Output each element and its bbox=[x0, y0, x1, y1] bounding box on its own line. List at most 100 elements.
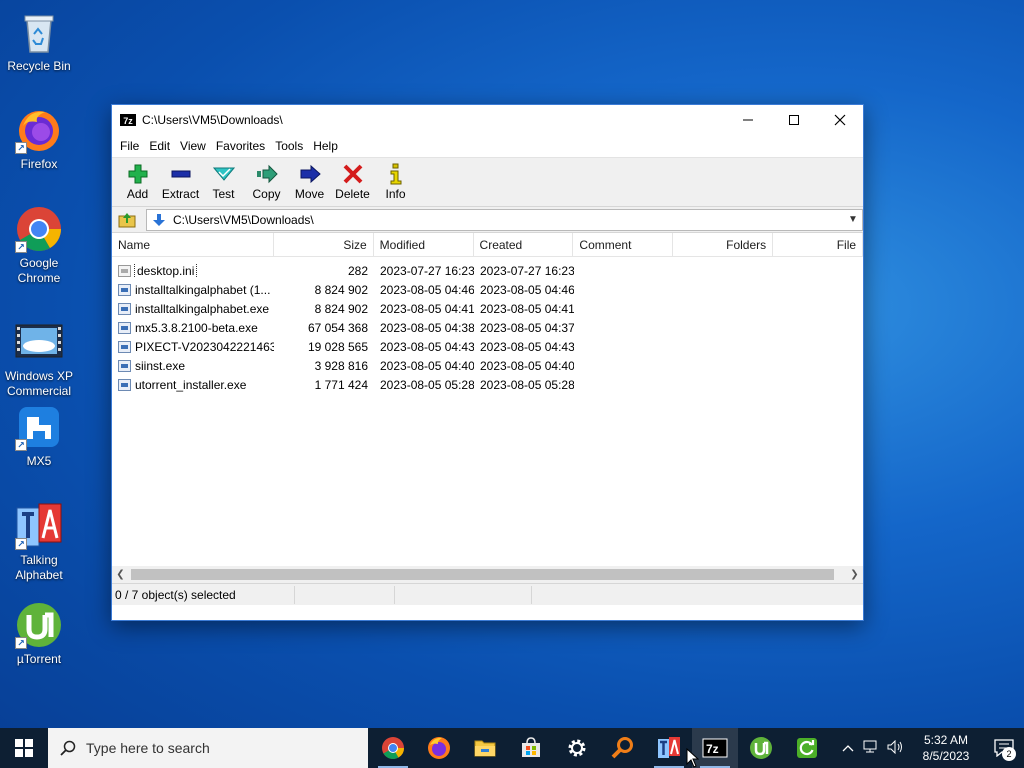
network-icon[interactable] bbox=[860, 740, 884, 757]
file-created: 2023-08-05 04:37 bbox=[480, 320, 574, 335]
search-placeholder: Type here to search bbox=[86, 740, 210, 756]
desktop-icon-recycle-bin[interactable]: Recycle Bin bbox=[2, 8, 76, 74]
file-modified: 2023-07-27 16:23 bbox=[380, 263, 474, 278]
menu-favorites[interactable]: Favorites bbox=[211, 135, 270, 157]
column-size[interactable]: Size bbox=[274, 233, 374, 256]
scroll-right-icon[interactable]: ❯ bbox=[846, 569, 863, 580]
minimize-button[interactable] bbox=[725, 105, 771, 135]
file-row[interactable]: desktop.ini 282 2023-07-27 16:23 2023-07… bbox=[112, 261, 863, 280]
shortcut-arrow-icon: ↗ bbox=[15, 439, 27, 451]
show-hidden-icons-chevron-up-icon[interactable] bbox=[836, 741, 860, 755]
desktop-icon-firefox[interactable]: ↗ Firefox bbox=[2, 106, 76, 172]
file-list[interactable]: Name Size Modified Created Comment Folde… bbox=[112, 233, 864, 583]
column-folders[interactable]: Folders bbox=[673, 233, 774, 256]
menu-edit[interactable]: Edit bbox=[144, 135, 175, 157]
extract-button[interactable]: Extract bbox=[159, 158, 202, 201]
info-label: Info bbox=[385, 187, 406, 201]
file-name: mx5.3.8.2100-beta.exe bbox=[135, 320, 258, 335]
desktop-icon-label: Google Chrome bbox=[17, 256, 61, 285]
file-row[interactable]: siinst.exe 3 928 816 2023-08-05 04:40 20… bbox=[112, 356, 863, 375]
desktop-icon-mx5[interactable]: ↗ MX5 bbox=[2, 403, 76, 469]
title-bar[interactable]: 7z C:\Users\VM5\Downloads\ bbox=[112, 105, 863, 135]
path-text: C:\Users\VM5\Downloads\ bbox=[173, 212, 314, 227]
taskbar-utorrent[interactable] bbox=[738, 728, 784, 768]
menu-help[interactable]: Help bbox=[308, 135, 343, 157]
desktop-icon-google-chrome[interactable]: ↗ Google Chrome bbox=[2, 205, 76, 286]
maximize-button[interactable] bbox=[771, 105, 817, 135]
taskbar-refresh-app[interactable] bbox=[784, 728, 830, 768]
start-button[interactable] bbox=[0, 728, 48, 768]
taskbar-clock[interactable]: 5:32 AM 8/5/2023 bbox=[908, 732, 984, 764]
desktop-icon-talking-alphabet[interactable]: ↗ Talking Alphabet bbox=[2, 502, 76, 583]
file-created: 2023-08-05 05:28 bbox=[480, 377, 574, 392]
file-name: installtalkingalphabet.exe bbox=[135, 301, 270, 316]
test-label: Test bbox=[212, 187, 235, 201]
taskbar-search-app[interactable] bbox=[600, 728, 646, 768]
column-files[interactable]: File bbox=[773, 233, 864, 256]
column-modified[interactable]: Modified bbox=[374, 233, 474, 256]
close-icon bbox=[834, 114, 846, 126]
taskbar-settings[interactable] bbox=[554, 728, 600, 768]
desktop-icon-windows-xp-commercial[interactable]: Windows XP Commercial bbox=[2, 318, 76, 399]
close-button[interactable] bbox=[817, 105, 863, 135]
shortcut-arrow-icon: ↗ bbox=[15, 142, 27, 154]
action-center-button[interactable]: 2 bbox=[984, 728, 1024, 768]
file-created: 2023-07-27 16:23 bbox=[480, 263, 574, 278]
desktop-icon-utorrent[interactable]: ↗ µTorrent bbox=[2, 601, 76, 667]
store-icon bbox=[522, 737, 540, 757]
desktop-icon-label: Recycle Bin bbox=[7, 59, 71, 73]
path-input[interactable]: C:\Users\VM5\Downloads\ ▼ bbox=[146, 208, 863, 231]
volume-icon[interactable] bbox=[884, 739, 908, 757]
taskbar-chrome[interactable] bbox=[370, 728, 416, 768]
taskbar-store[interactable] bbox=[508, 728, 554, 768]
menu-file[interactable]: File bbox=[115, 135, 144, 157]
executable-file-icon bbox=[118, 359, 131, 372]
mouse-cursor-icon bbox=[686, 748, 700, 768]
file-name: utorrent_installer.exe bbox=[135, 377, 247, 392]
scroll-thumb[interactable] bbox=[131, 569, 834, 580]
file-row[interactable]: mx5.3.8.2100-beta.exe 67 054 368 2023-08… bbox=[112, 318, 863, 337]
desktop-icon-label: Firefox bbox=[20, 157, 58, 171]
taskbar-search-box[interactable]: Type here to search bbox=[48, 728, 368, 768]
column-name[interactable]: Name bbox=[112, 233, 274, 256]
test-button[interactable]: Test bbox=[202, 158, 245, 201]
file-created: 2023-08-05 04:43 bbox=[480, 339, 574, 354]
plus-icon bbox=[126, 162, 150, 186]
add-button[interactable]: Add bbox=[116, 158, 159, 201]
file-created: 2023-08-05 04:46 bbox=[480, 282, 574, 297]
up-folder-button[interactable] bbox=[116, 209, 138, 231]
menu-view[interactable]: View bbox=[175, 135, 211, 157]
shortcut-arrow-icon: ↗ bbox=[15, 538, 27, 550]
desktop-icon-label: Windows XP Commercial bbox=[4, 369, 74, 398]
window-title: C:\Users\VM5\Downloads\ bbox=[142, 113, 283, 127]
move-button[interactable]: Move bbox=[288, 158, 331, 201]
system-tray: 5:32 AM 8/5/2023 2 bbox=[836, 728, 1024, 768]
file-row[interactable]: utorrent_installer.exe 1 771 424 2023-08… bbox=[112, 375, 863, 394]
7zip-app-icon: 7z bbox=[120, 114, 136, 126]
svg-text:7z: 7z bbox=[706, 742, 719, 756]
menu-tools[interactable]: Tools bbox=[270, 135, 308, 157]
column-comment[interactable]: Comment bbox=[573, 233, 674, 256]
firefox-icon bbox=[428, 737, 450, 759]
minus-icon bbox=[169, 162, 193, 186]
file-row[interactable]: installtalkingalphabet.exe 8 824 902 202… bbox=[112, 299, 863, 318]
taskbar-firefox[interactable] bbox=[416, 728, 462, 768]
move-label: Move bbox=[294, 187, 325, 201]
7zip-file-manager-window: 7z C:\Users\VM5\Downloads\ File Edit Vie… bbox=[111, 104, 864, 621]
scroll-left-icon[interactable]: ❮ bbox=[112, 569, 129, 580]
taskbar-file-explorer[interactable] bbox=[462, 728, 508, 768]
horizontal-scrollbar[interactable]: ❮ ❯ bbox=[112, 566, 863, 583]
column-header: Name Size Modified Created Comment Folde… bbox=[112, 233, 864, 257]
desktop-icon-label: MX5 bbox=[26, 454, 52, 468]
column-created[interactable]: Created bbox=[474, 233, 574, 256]
delete-button[interactable]: Delete bbox=[331, 158, 374, 201]
desktop-icon-label: µTorrent bbox=[16, 652, 62, 666]
info-button[interactable]: Info bbox=[374, 158, 417, 201]
talking-alphabet-icon: ↗ bbox=[15, 502, 63, 550]
copy-button[interactable]: Copy bbox=[245, 158, 288, 201]
file-row[interactable]: PIXECT-V2023042221463... 19 028 565 2023… bbox=[112, 337, 863, 356]
chevron-down-icon[interactable]: ▼ bbox=[844, 214, 862, 225]
file-modified: 2023-08-05 04:40 bbox=[380, 358, 474, 373]
file-row[interactable]: installtalkingalphabet (1... 8 824 902 2… bbox=[112, 280, 863, 299]
magnifier-icon bbox=[611, 737, 633, 759]
